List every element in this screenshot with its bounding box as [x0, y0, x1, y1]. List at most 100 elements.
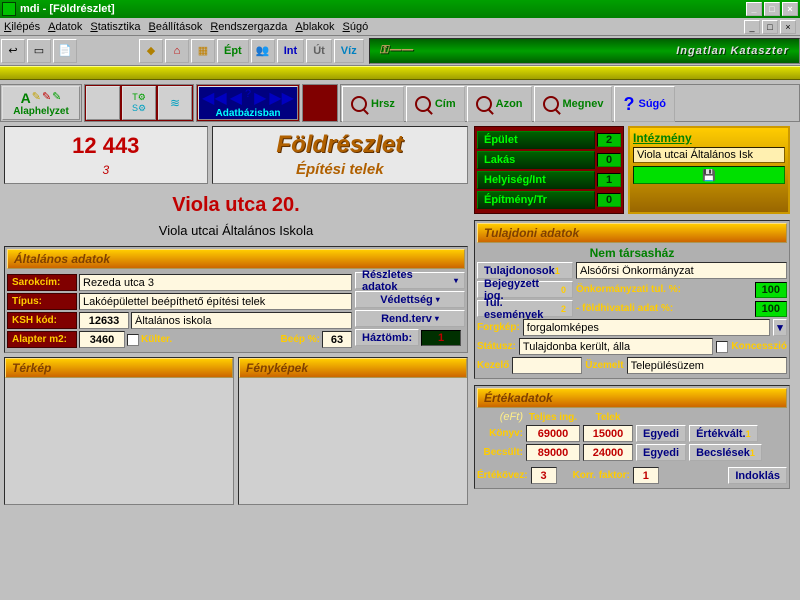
- ownership-header: Tulajdoni adatok: [477, 223, 787, 243]
- kulter-label: Külter.: [141, 334, 172, 345]
- alapter-input[interactable]: [79, 331, 125, 348]
- ertekvalt-button[interactable]: Értékvált.1: [689, 425, 758, 442]
- menu-ablakok[interactable]: Ablakok: [295, 21, 334, 33]
- photo-header: Fényképek: [239, 358, 467, 378]
- indoklas-button[interactable]: Indoklás: [728, 467, 787, 484]
- nav-alaphelyzet[interactable]: A✎✎✎ Alaphelyzet: [2, 86, 80, 120]
- menu-beallitasok[interactable]: Beállítások: [149, 21, 203, 33]
- konyv-telek[interactable]: [583, 425, 633, 442]
- esemenyek-button[interactable]: Tul. események2: [477, 300, 573, 317]
- yellow-divider: [0, 66, 800, 80]
- tab-lakas[interactable]: Lakás: [477, 151, 595, 169]
- address: Viola utca 20.: [4, 194, 468, 217]
- kezelo-label: Kezelő: [477, 360, 509, 371]
- ownership-panel: Tulajdoni adatok Nem társasház Tulajdono…: [474, 220, 790, 379]
- tab-helyiseg[interactable]: Helyiség/Int: [477, 171, 595, 189]
- becsult-telek[interactable]: [583, 444, 633, 461]
- becslesek-button[interactable]: Becslések1: [689, 444, 762, 461]
- tool-int[interactable]: Int: [277, 39, 304, 63]
- nav-zoom-icon[interactable]: [86, 86, 120, 120]
- value-panel: Értékadatok (eFt)Teljes ing.Telek Könyv:…: [474, 385, 790, 489]
- tool-house-icon[interactable]: ⌂: [165, 39, 189, 63]
- query-hrsz[interactable]: Hrsz: [342, 86, 404, 122]
- query-help[interactable]: ?Súgó: [614, 86, 675, 122]
- bejegyzett-button[interactable]: Bejegyzett jog.0: [477, 281, 573, 298]
- app-icon: [2, 2, 16, 16]
- save-bar-button[interactable]: 💾: [633, 166, 785, 184]
- tool-doc-icon[interactable]: 📄: [53, 39, 77, 63]
- forgkep-dropdown-icon[interactable]: ▾: [773, 319, 787, 336]
- tipus-input[interactable]: [79, 293, 352, 310]
- tulajdonos-input[interactable]: [576, 262, 787, 279]
- lakas-count: 0: [597, 153, 621, 167]
- map-header: Térkép: [5, 358, 233, 378]
- close-button[interactable]: ×: [782, 2, 798, 16]
- koncesszio-checkbox[interactable]: [716, 341, 728, 353]
- minimize-button[interactable]: _: [746, 2, 762, 16]
- query-megnev[interactable]: Megnev: [534, 86, 613, 122]
- nav-filters2-icon[interactable]: ≋: [158, 86, 192, 120]
- tool-viz[interactable]: Víz: [334, 39, 364, 63]
- tab-epitmeny[interactable]: Építmény/Tr: [477, 191, 595, 209]
- menu-adatok[interactable]: Adatok: [48, 21, 82, 33]
- ertekkovez-input[interactable]: [531, 467, 557, 484]
- reszletes-button[interactable]: Részletes adatok▾: [355, 272, 465, 289]
- institution-link[interactable]: Intézmény: [633, 131, 785, 145]
- general-header: Általános adatok: [7, 249, 465, 269]
- ksh-input[interactable]: [79, 312, 129, 329]
- koncesszio-label: Koncesszió: [731, 341, 787, 352]
- child-minimize-button[interactable]: _: [744, 20, 760, 34]
- ertekkovez-label: Értékövez:: [477, 470, 528, 481]
- haztomb-button[interactable]: Háztömb:: [355, 329, 419, 346]
- nav-filters-icon[interactable]: T⚙S⚙: [122, 86, 156, 120]
- konyv-label: Könyv:: [477, 428, 523, 439]
- tool-ept[interactable]: Épt: [217, 39, 249, 63]
- menu-rendszergazda[interactable]: Rendszergazda: [210, 21, 287, 33]
- statusz-input[interactable]: [519, 338, 714, 355]
- konyv-teljes[interactable]: [526, 425, 580, 442]
- tool-logout-icon[interactable]: ↩: [1, 39, 25, 63]
- tulajdonosok-button[interactable]: Tulajdonosok1: [477, 262, 573, 279]
- value-header: Értékadatok: [477, 388, 787, 408]
- menu-statisztika[interactable]: Statisztika: [90, 21, 140, 33]
- kezelo-input[interactable]: [512, 357, 582, 374]
- vedettseg-button[interactable]: Védettség▾: [355, 291, 465, 308]
- record-id-box: 12 443 3: [4, 126, 208, 184]
- tipus-label: Típus:: [7, 293, 77, 310]
- foldhiv-label: - földhivatali adat %:: [576, 303, 752, 314]
- maximize-button[interactable]: □: [764, 2, 780, 16]
- map-panel: Térkép: [4, 357, 234, 505]
- eft-label: (eFt): [477, 411, 523, 423]
- child-close-button[interactable]: ×: [780, 20, 796, 34]
- forgkep-label: Forgkép:: [477, 322, 520, 333]
- ksh-text-input[interactable]: [131, 312, 352, 329]
- child-maximize-button[interactable]: □: [762, 20, 778, 34]
- uzemelt-input[interactable]: [627, 357, 787, 374]
- window-title: mdi - [Földrészlet]: [20, 3, 115, 15]
- tool-building-icon[interactable]: ▦: [191, 39, 215, 63]
- egyedi1-button[interactable]: Egyedi: [636, 425, 686, 442]
- tool-book-icon[interactable]: ◆: [139, 39, 163, 63]
- egyedi2-button[interactable]: Egyedi: [636, 444, 686, 461]
- becsult-teljes[interactable]: [526, 444, 580, 461]
- korr-input[interactable]: [633, 467, 659, 484]
- tool-people-icon[interactable]: 👥: [251, 39, 275, 63]
- tab-epulet[interactable]: Épület: [477, 131, 595, 149]
- sarokcim-input[interactable]: [79, 274, 352, 291]
- record-title-box: Földrészlet Építési telek: [212, 126, 468, 184]
- tool-window-icon[interactable]: ▭: [27, 39, 51, 63]
- nav-adatbazisban[interactable]: ◀◀◀?▶▶▶ Adatbázisban: [198, 86, 298, 120]
- statusz-label: Státusz:: [477, 341, 516, 352]
- menu-kilepes[interactable]: KKilépésilépés: [4, 21, 40, 33]
- rendterv-button[interactable]: Rend.terv▾: [355, 310, 465, 327]
- query-cim[interactable]: Cím: [406, 86, 465, 122]
- korr-label: Korr. faktor:: [573, 470, 630, 481]
- forgkep-select[interactable]: [523, 319, 770, 336]
- tool-ut[interactable]: Út: [306, 39, 332, 63]
- onk-pct: 100: [755, 282, 787, 298]
- kulter-checkbox[interactable]: [127, 334, 139, 346]
- menu-sugo[interactable]: Súgó: [343, 21, 369, 33]
- photo-panel: Fényképek: [238, 357, 468, 505]
- beep-input[interactable]: [322, 331, 352, 348]
- query-azon[interactable]: Azon: [467, 86, 532, 122]
